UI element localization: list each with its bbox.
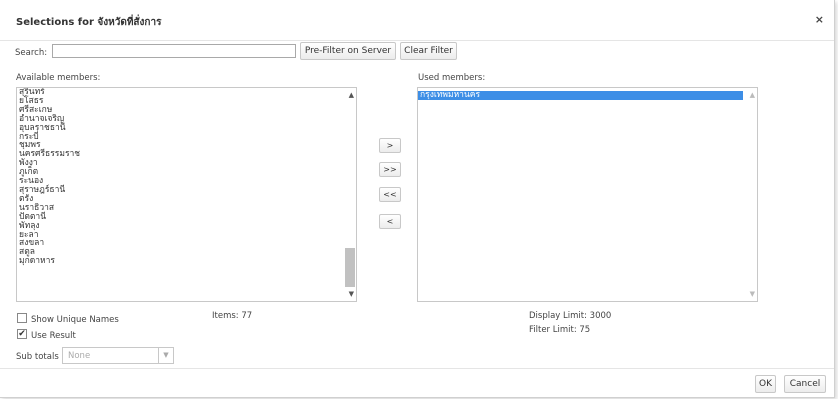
used-members-label: Used members: — [418, 73, 486, 83]
available-members-list[interactable]: สุรินทร์ ยโสธร ศรีสะเกษ อำนาจเจริญ อุบลราชธา… — [16, 87, 357, 302]
show-unique-names-checkbox[interactable] — [17, 313, 27, 323]
selections-dialog: Selections for จังหวัดที่สั่งการ × Searc… — [0, 0, 835, 398]
subtotals-select[interactable]: None ▼ — [62, 347, 174, 364]
use-result-label: Use Result — [31, 331, 76, 341]
available-scrollbar[interactable]: ▲ ▼ — [344, 88, 356, 301]
used-member-item[interactable]: กรุงเทพมหานคร — [418, 91, 743, 100]
chevron-down-icon: ▼ — [158, 348, 173, 363]
footer-divider — [0, 368, 834, 369]
available-member-item[interactable]: สุราษฎร์ธานี — [17, 186, 356, 195]
prefilter-button[interactable]: Pre-Filter on Server — [300, 42, 396, 60]
available-member-item[interactable]: ยะลา — [17, 230, 356, 240]
available-member-item[interactable]: ศรีสะเกษ — [17, 105, 356, 115]
search-label: Search: — [15, 48, 48, 58]
scroll-up-icon[interactable]: ▲ — [349, 91, 354, 99]
available-member-item[interactable]: อุบลราชธานี — [17, 123, 356, 133]
show-unique-names-label: Show Unique Names — [31, 315, 119, 325]
available-member-item[interactable]: อำนาจเจริญ — [17, 114, 356, 124]
remove-selected-button[interactable]: < — [379, 214, 401, 229]
available-member-item[interactable]: พัทลุง — [17, 221, 356, 231]
used-members-items: กรุงเทพมหานคร — [418, 88, 757, 100]
filter-limit: Filter Limit: 75 — [529, 325, 591, 335]
available-member-item[interactable]: ยโสธร — [17, 97, 356, 106]
available-member-item[interactable]: นครศรีธรรมราช — [17, 150, 356, 159]
clear-filter-button[interactable]: Clear Filter — [400, 42, 457, 60]
available-member-item[interactable]: มุกดาหาร — [17, 257, 356, 266]
search-input[interactable] — [52, 44, 296, 58]
available-members-items: สุรินทร์ ยโสธร ศรีสะเกษ อำนาจเจริญ อุบลราชธา… — [17, 88, 356, 266]
available-member-item[interactable]: สตูล — [17, 248, 356, 257]
available-member-item[interactable]: ระนอง — [17, 177, 356, 186]
dialog-titlebar: Selections for จังหวัดที่สั่งการ × — [0, 0, 834, 41]
scroll-up-icon[interactable]: ▲ — [750, 91, 755, 99]
available-members-label: Available members: — [16, 73, 101, 83]
used-members-list[interactable]: กรุงเทพมหานคร ▲ ▼ — [417, 87, 758, 302]
available-member-item[interactable]: ตรัง — [17, 194, 356, 204]
subtotals-value: None — [68, 351, 91, 361]
available-member-item[interactable]: สงขลา — [17, 239, 356, 248]
subtotals-label: Sub totals — [16, 352, 59, 362]
dialog-title: Selections for จังหวัดที่สั่งการ — [16, 17, 162, 28]
checkmark-icon: ✔ — [18, 329, 26, 339]
use-result-checkbox[interactable]: ✔ — [17, 329, 27, 339]
scroll-down-icon[interactable]: ▼ — [750, 290, 755, 298]
available-member-item[interactable]: กระบี่ — [17, 132, 356, 142]
add-selected-button[interactable]: > — [379, 138, 401, 153]
scroll-down-icon[interactable]: ▼ — [349, 290, 354, 298]
available-member-item[interactable]: สุรินทร์ — [17, 88, 356, 97]
display-limit: Display Limit: 3000 — [529, 311, 612, 321]
remove-all-button[interactable]: << — [379, 187, 401, 202]
cancel-button[interactable]: Cancel — [784, 375, 826, 393]
items-count: Items: 77 — [212, 311, 253, 321]
close-icon[interactable]: × — [815, 13, 824, 26]
used-scrollbar[interactable]: ▲ ▼ — [745, 88, 757, 301]
ok-button[interactable]: OK — [755, 375, 776, 393]
add-all-button[interactable]: >> — [379, 162, 401, 177]
available-member-item[interactable]: นราธิวาส — [17, 203, 356, 213]
available-member-item[interactable]: พังงา — [17, 159, 356, 168]
available-member-item[interactable]: ปัตตานี — [17, 212, 356, 222]
available-member-item[interactable]: ภูเก็ต — [17, 168, 356, 177]
scroll-thumb[interactable] — [345, 248, 355, 287]
